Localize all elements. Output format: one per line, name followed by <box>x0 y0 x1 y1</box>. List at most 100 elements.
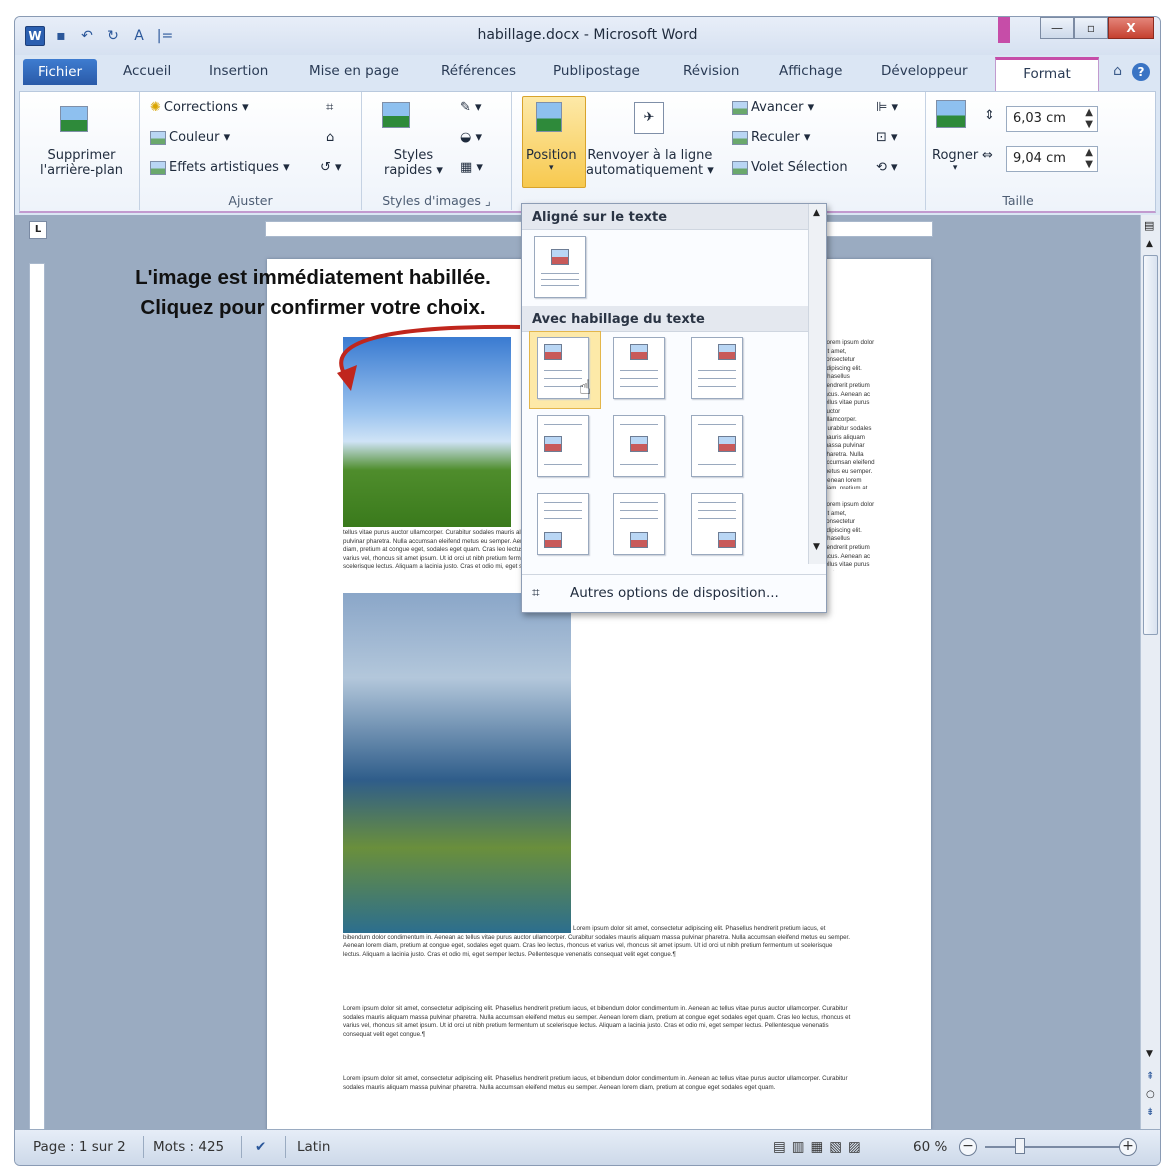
picture-layout-icon[interactable]: ▦ ▾ <box>460 160 483 175</box>
bring-forward-button[interactable]: Avancer ▾ <box>732 100 814 115</box>
tab-mise-en-page[interactable]: Mise en page <box>309 63 399 79</box>
position-label: Position <box>526 148 577 163</box>
paragraph-1: Lorem ipsum dolor sit amet, consectetur … <box>343 925 850 958</box>
remove-background-button[interactable]: Supprimer l'arrière-plan <box>40 148 123 178</box>
group-styles: Styles rapides ▾ ✎ ▾ ◒ ▾ ▦ ▾ Styles d'im… <box>362 92 512 210</box>
tab-affichage[interactable]: Affichage <box>779 63 842 79</box>
remove-bg-label-1: Supprimer <box>47 148 116 163</box>
height-field[interactable]: 6,03 cm ▲ ▼ <box>1006 106 1098 132</box>
picture-effects-icon[interactable]: ◒ ▾ <box>460 130 482 145</box>
send-backward-icon <box>732 130 748 145</box>
gallery-scroll-up-icon[interactable]: ▲ <box>813 208 820 218</box>
zoom-slider[interactable] <box>985 1146 1125 1148</box>
paragraph-3: Lorem ipsum dolor sit amet, consectetur … <box>343 1075 848 1091</box>
position-arrow-icon: ▾ <box>549 163 554 173</box>
gallery-scroll-down-icon[interactable]: ▼ <box>813 542 820 552</box>
vertical-scrollbar[interactable]: ▤ ▲ ▼ ⇞ ○ ⇟ <box>1140 215 1160 1129</box>
status-bar: Page : 1 sur 2 Mots : 425 ✔ Latin ▤▥▦▧▨ … <box>15 1129 1160 1165</box>
paragraph-2: Lorem ipsum dolor sit amet, consectetur … <box>343 1005 851 1038</box>
text-right-column-2: Lorem ipsum dolor sit amet, consectetur … <box>823 501 875 571</box>
corrections-button[interactable]: ✺ Corrections ▾ <box>150 100 249 115</box>
cowboys-photo[interactable] <box>343 593 571 933</box>
spellcheck-icon[interactable]: ✔ <box>255 1139 266 1155</box>
gallery-scrollbar[interactable]: ▲ ▼ <box>808 204 826 564</box>
sun-icon: ✺ <box>150 100 161 115</box>
group-organiser: Position ▾ ✈ Renvoyer à la ligne automat… <box>516 92 926 210</box>
width-value: 9,04 cm <box>1013 151 1066 166</box>
align-icon[interactable]: ⊫ ▾ <box>876 100 898 115</box>
crop-icon <box>936 100 969 128</box>
close-button[interactable]: X <box>1108 17 1154 39</box>
remove-background-icon <box>60 106 91 132</box>
ribbon-format: Supprimer l'arrière-plan ✺ Corrections ▾ … <box>19 91 1156 213</box>
quick-styles-button[interactable]: Styles rapides ▾ <box>384 148 443 178</box>
tab-format[interactable]: Format <box>995 57 1099 91</box>
page-count[interactable]: Page : 1 sur 2 <box>33 1139 126 1155</box>
position-inline[interactable] <box>534 236 586 298</box>
wrap-label-1: Renvoyer à la ligne <box>587 148 713 163</box>
couleur-button[interactable]: Couleur ▾ <box>150 130 230 145</box>
artistic-effects-icon <box>150 160 166 175</box>
maximize-button[interactable]: ▫ <box>1074 17 1108 39</box>
ruler-toggle-icon[interactable]: ▤ <box>1144 219 1154 232</box>
tab-publipostage[interactable]: Publipostage <box>553 63 640 79</box>
effets-label: Effets artistiques <box>169 160 279 175</box>
width-spinner-icon[interactable]: ▲ ▼ <box>1085 147 1093 171</box>
couleur-label: Couleur <box>169 130 220 145</box>
quick-styles-icon <box>382 102 413 128</box>
minimize-ribbon-icon[interactable]: ⌂ <box>1113 63 1122 81</box>
tab-revision[interactable]: Révision <box>683 63 739 79</box>
window-controls: — ▫ X <box>1040 17 1154 39</box>
zoom-in-icon[interactable]: + <box>1119 1138 1137 1156</box>
zoom-level[interactable]: 60 % <box>913 1139 947 1155</box>
position-middle-center[interactable] <box>613 415 665 477</box>
position-bottom-center[interactable] <box>613 493 665 555</box>
zoom-out-icon[interactable]: − <box>959 1138 977 1156</box>
send-backward-button[interactable]: Reculer ▾ <box>732 130 810 145</box>
position-top-center[interactable] <box>613 337 665 399</box>
position-label-wrap[interactable]: Position ▾ <box>526 148 577 173</box>
next-page-icon[interactable]: ⇟ <box>1146 1107 1154 1118</box>
position-top-right[interactable] <box>691 337 743 399</box>
tab-insertion[interactable]: Insertion <box>209 63 268 79</box>
tab-developpeur[interactable]: Développeur <box>881 63 968 79</box>
crop-button[interactable]: Rogner ▾ <box>932 148 978 173</box>
minimize-button[interactable]: — <box>1040 17 1074 39</box>
change-picture-icon[interactable]: ⌂ <box>326 130 334 145</box>
zoom-slider-knob[interactable] <box>1015 1138 1025 1154</box>
group-label-styles: Styles d'images ⌟ <box>382 193 491 208</box>
height-spinner-icon[interactable]: ▲ ▼ <box>1085 107 1093 131</box>
browse-object-icon[interactable]: ○ <box>1146 1089 1155 1100</box>
tab-references[interactable]: Références <box>441 63 516 79</box>
scroll-thumb[interactable] <box>1143 255 1158 635</box>
corrections-label: Corrections <box>163 100 238 115</box>
scroll-down-icon[interactable]: ▼ <box>1146 1049 1153 1059</box>
position-middle-left[interactable] <box>537 415 589 477</box>
tab-fichier[interactable]: Fichier <box>23 59 97 85</box>
selection-pane-button[interactable]: Volet Sélection <box>732 160 848 175</box>
picture-border-icon[interactable]: ✎ ▾ <box>460 100 482 115</box>
language[interactable]: Latin <box>297 1139 330 1155</box>
effets-button[interactable]: Effets artistiques ▾ <box>150 160 290 175</box>
prev-page-icon[interactable]: ⇞ <box>1146 1071 1154 1082</box>
scroll-up-icon[interactable]: ▲ <box>1146 239 1153 249</box>
group-ajuster: ✺ Corrections ▾ Couleur ▾ Effets artistiq… <box>140 92 362 210</box>
word-count[interactable]: Mots : 425 <box>153 1139 224 1155</box>
position-bottom-left[interactable] <box>537 493 589 555</box>
group-icon[interactable]: ⊡ ▾ <box>876 130 898 145</box>
group-taille: Rogner ▾ ⇕ 6,03 cm ▲ ▼ ⇔ 9,04 cm ▲ ▼ Taille <box>926 92 1110 210</box>
width-field[interactable]: 9,04 cm ▲ ▼ <box>1006 146 1098 172</box>
position-bottom-right[interactable] <box>691 493 743 555</box>
rotate-icon[interactable]: ⟲ ▾ <box>876 160 898 175</box>
wrap-label-2: automatiquement ▾ <box>586 163 714 178</box>
compress-icon[interactable]: ⌗ <box>326 100 333 115</box>
reculer-label: Reculer <box>751 130 800 145</box>
reset-picture-icon[interactable]: ↺ ▾ <box>320 160 342 175</box>
wrap-text-button[interactable]: Renvoyer à la ligne automatiquement ▾ <box>586 148 714 178</box>
more-layout-options[interactable]: ⌗ Autres options de disposition... <box>522 574 826 612</box>
help-icon[interactable]: ? <box>1132 63 1150 81</box>
position-middle-right[interactable] <box>691 415 743 477</box>
window-title: habillage.docx - Microsoft Word <box>477 27 698 43</box>
view-buttons-icon[interactable]: ▤▥▦▧▨ <box>773 1139 867 1155</box>
tab-accueil[interactable]: Accueil <box>123 63 171 79</box>
